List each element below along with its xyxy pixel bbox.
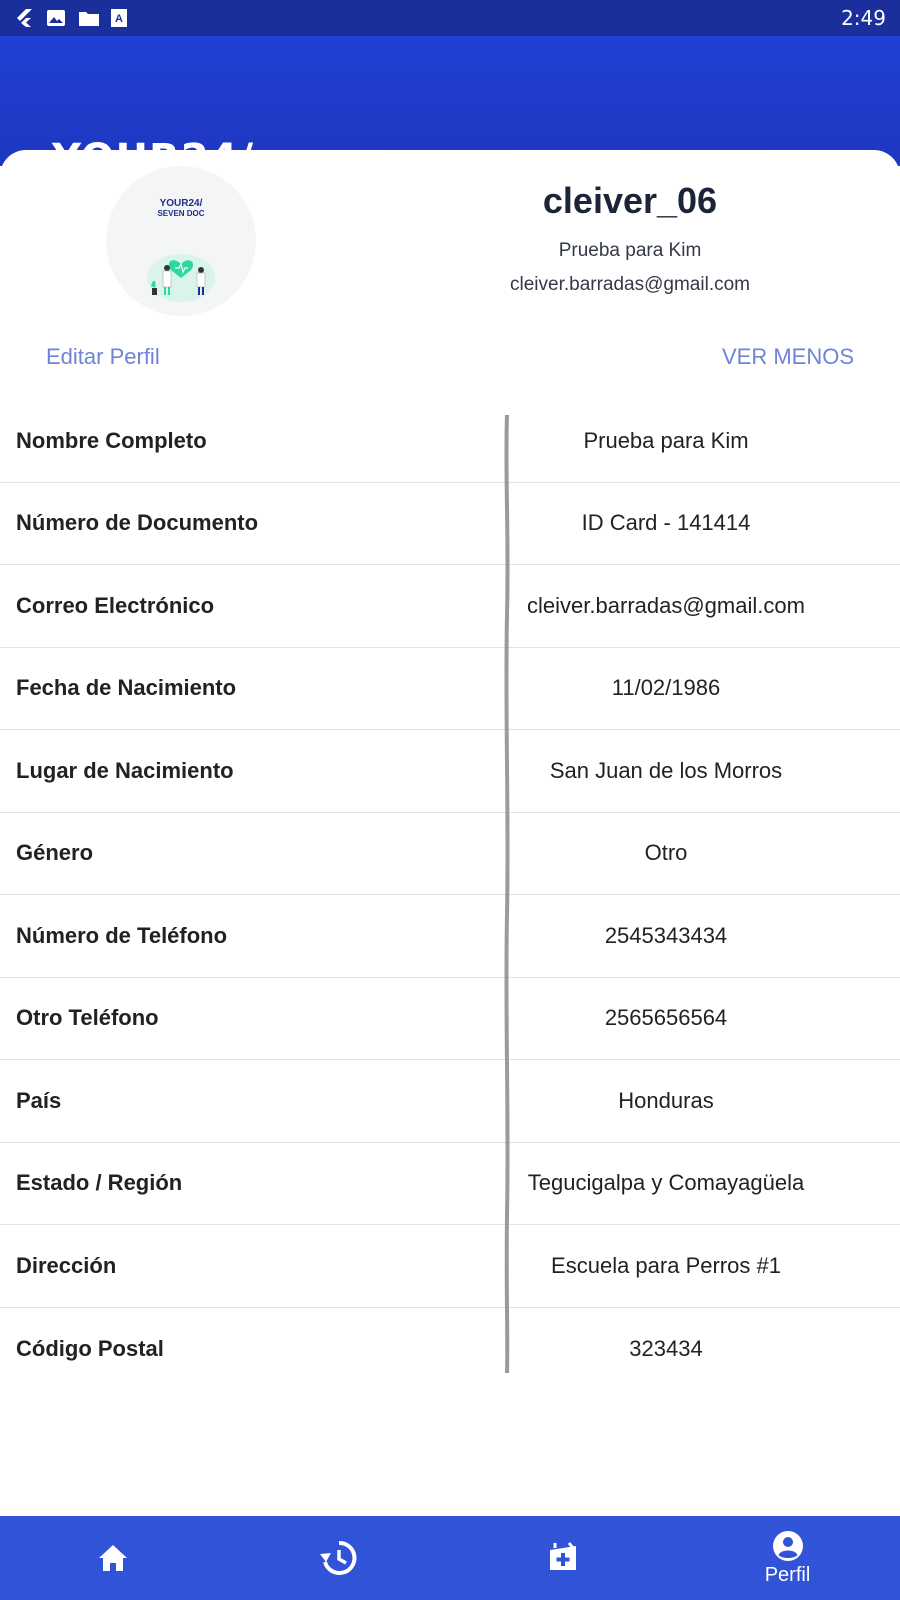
table-row: País Honduras — [0, 1060, 900, 1143]
svg-text:A: A — [115, 13, 123, 25]
column-divider — [504, 415, 510, 1373]
profile-sheet: YOUR24/ SEVEN DOC cleiver_06 Prueba para… — [0, 150, 900, 1516]
row-label: Código Postal — [16, 1335, 164, 1361]
table-row: Estado / Región Tegucigalpa y Comayagüel… — [0, 1143, 900, 1225]
image-icon — [46, 8, 66, 28]
row-value: 11/02/1986 — [611, 675, 721, 701]
table-row: Dirección Escuela para Perros #1 — [0, 1225, 900, 1308]
avatar[interactable]: YOUR24/ SEVEN DOC — [106, 166, 256, 316]
row-value: San Juan de los Morros — [549, 757, 783, 783]
nav-history[interactable] — [225, 1516, 450, 1600]
profile-details-table: Nombre Completo Prueba para Kim Número d… — [0, 400, 900, 1390]
table-row: Correo Electrónico cleiver.barradas@gmai… — [0, 565, 900, 648]
row-label: Número de Teléfono — [16, 922, 228, 948]
clock: 2:49 — [841, 6, 886, 30]
table-row: Código Postal 323434 — [0, 1308, 900, 1391]
table-row: Nombre Completo Prueba para Kim — [0, 400, 900, 483]
nav-profile[interactable]: Perfil — [675, 1516, 900, 1600]
row-value: Prueba para Kim — [583, 427, 749, 453]
app-header: YOUR24/ — [0, 36, 900, 166]
table-row: Número de Documento ID Card - 141414 — [0, 483, 900, 565]
nav-appointments[interactable] — [450, 1516, 675, 1600]
row-label: Otro Teléfono — [16, 1005, 159, 1031]
row-value: 2565656564 — [604, 1005, 728, 1031]
row-label: Correo Electrónico — [16, 592, 215, 618]
row-value: ID Card - 141414 — [581, 510, 751, 536]
bottom-navigation: Perfil — [0, 1516, 900, 1600]
keyboard-a-icon: A — [110, 8, 130, 28]
table-row: Otro Teléfono 2565656564 — [0, 978, 900, 1060]
row-value: 2545343434 — [604, 922, 728, 948]
table-row: Género Otro — [0, 813, 900, 895]
row-label: Dirección — [16, 1252, 117, 1278]
row-label: Nombre Completo — [16, 427, 207, 453]
account-circle-icon — [772, 1530, 803, 1561]
table-row: Lugar de Nacimiento San Juan de los Morr… — [0, 730, 900, 813]
row-label: Género — [16, 840, 94, 866]
profile-email: cleiver.barradas@gmail.com — [510, 274, 750, 295]
row-value: Tegucigalpa y Comayagüela — [527, 1170, 805, 1196]
row-value: Honduras — [618, 1087, 714, 1113]
edit-profile-button[interactable]: Editar Perfil — [46, 344, 160, 370]
row-label: Estado / Región — [16, 1170, 183, 1196]
row-label: País — [16, 1087, 62, 1113]
table-row: Número de Teléfono 2545343434 — [0, 895, 900, 978]
nav-home[interactable] — [0, 1516, 225, 1600]
avatar-logo: YOUR24/ SEVEN DOC — [157, 198, 205, 219]
folder-icon — [78, 8, 99, 28]
status-icons: A — [14, 8, 130, 28]
username: cleiver_06 — [542, 180, 718, 221]
profile-info: cleiver_06 Prueba para Kim cleiver.barra… — [440, 180, 820, 296]
status-bar: A 2:49 — [0, 0, 900, 36]
home-icon — [98, 1545, 127, 1571]
flutter-icon — [14, 8, 34, 28]
profile-full-name: Prueba para Kim — [558, 240, 702, 261]
row-value: cleiver.barradas@gmail.com — [527, 592, 805, 618]
row-label: Lugar de Nacimiento — [16, 757, 234, 783]
see-less-button[interactable]: VER MENOS — [722, 344, 854, 370]
medical-calendar-icon — [549, 1542, 576, 1570]
doctors-illustration-icon — [147, 254, 215, 302]
row-label: Fecha de Nacimiento — [16, 675, 237, 701]
history-icon — [319, 1540, 356, 1575]
table-row: Fecha de Nacimiento 11/02/1986 — [0, 648, 900, 730]
row-label: Número de Documento — [16, 510, 259, 536]
row-value: 323434 — [629, 1335, 703, 1361]
row-value: Otro — [644, 840, 688, 866]
row-value: Escuela para Perros #1 — [551, 1252, 781, 1278]
nav-profile-label: Perfil — [764, 1563, 811, 1586]
profile-actions: Editar Perfil VER MENOS — [46, 344, 854, 370]
